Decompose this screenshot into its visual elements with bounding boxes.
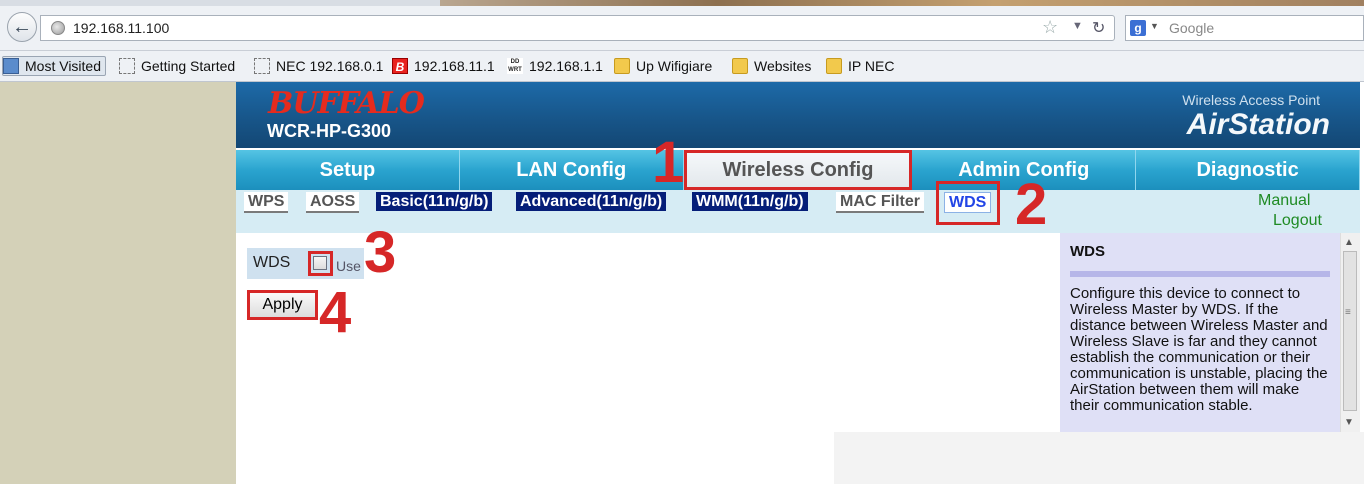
bookmark-label: 192.168.11.1 — [414, 58, 495, 74]
bookmark-label: 192.168.1.1 — [529, 58, 603, 74]
back-button[interactable]: ← — [7, 12, 37, 42]
wds-setting-row: WDS Use — [247, 248, 364, 279]
subtab-advanced[interactable]: Advanced(11n/g/b) — [516, 192, 667, 211]
bookmark-folder-websites[interactable]: Websites — [732, 56, 811, 76]
bookmarks-toolbar: Most Visited Getting Started NEC 192.168… — [0, 51, 1364, 82]
bookmark-label: IP NEC — [848, 58, 895, 74]
address-bar[interactable]: 192.168.11.100 ☆ ▼ ↻ — [40, 15, 1115, 41]
folder-icon — [826, 58, 842, 74]
blank-area — [834, 432, 1364, 484]
help-text: Configure this device to connect to Wire… — [1070, 285, 1328, 414]
bookmark-folder-ip-nec[interactable]: IP NEC — [826, 56, 894, 76]
product-subtitle: Wireless Access Point — [1182, 92, 1320, 108]
subtab-basic[interactable]: Basic(11n/g/b) — [376, 192, 493, 211]
left-margin — [0, 82, 236, 484]
tab-setup[interactable]: Setup — [236, 150, 460, 190]
wireless-subnav: WPS AOSS Basic(11n/g/b) Advanced(11n/g/b… — [236, 181, 1360, 233]
ddwrt-icon: DD WRT — [507, 58, 523, 74]
page-icon — [119, 58, 135, 74]
bookmark-folder-up-wifigiare[interactable]: Up Wifigiare — [614, 56, 712, 76]
step-number-1: 1 — [652, 130, 685, 195]
globe-icon — [51, 21, 65, 35]
bookmark-label: Websites — [754, 58, 812, 74]
scroll-thumb[interactable] — [1343, 251, 1357, 411]
step-number-2: 2 — [1015, 172, 1048, 237]
logout-link[interactable]: Logout — [1273, 212, 1322, 230]
search-input[interactable]: Google — [1169, 20, 1214, 36]
buffalo-b-icon: B — [392, 58, 408, 74]
main-tabs: Setup LAN Config Wireless Config Admin C… — [236, 150, 1360, 190]
help-scrollbar[interactable]: ▲ ≡ ▼ — [1340, 233, 1360, 432]
help-divider — [1070, 271, 1330, 277]
use-label: Use — [336, 258, 361, 274]
navigation-toolbar: ← 192.168.11.100 ☆ ▼ ↻ g ▼ Google — [0, 6, 1364, 51]
url-text[interactable]: 192.168.11.100 — [73, 20, 169, 36]
wds-label: WDS — [253, 254, 291, 271]
history-dropdown-icon[interactable]: ▼ — [1072, 20, 1083, 32]
bookmark-star-icon[interactable]: ☆ — [1042, 17, 1058, 38]
page-icon — [254, 58, 270, 74]
bookmark-getting-started[interactable]: Getting Started — [119, 56, 235, 76]
subtab-aoss[interactable]: AOSS — [306, 192, 360, 213]
search-bar[interactable]: g ▼ Google — [1125, 15, 1364, 41]
folder-icon — [732, 58, 748, 74]
bookmark-buffalo[interactable]: B 192.168.11.1 — [392, 56, 495, 76]
tab-wireless-config[interactable]: Wireless Config — [683, 150, 913, 190]
subtab-wps[interactable]: WPS — [244, 192, 289, 213]
checkbox-highlight-box — [308, 251, 333, 276]
apply-button[interactable]: Apply — [247, 290, 318, 320]
most-visited-icon — [3, 58, 19, 74]
scroll-up-icon[interactable]: ▲ — [1344, 237, 1354, 248]
manual-link[interactable]: Manual — [1258, 192, 1310, 210]
help-title: WDS — [1070, 243, 1105, 260]
step-number-3: 3 — [364, 220, 397, 285]
bookmark-label: Most Visited — [25, 58, 101, 74]
router-header: BUFFALO WCR-HP-G300 Wireless Access Poin… — [236, 82, 1360, 148]
reload-icon[interactable]: ↻ — [1092, 18, 1105, 38]
search-engine-dropdown-icon[interactable]: ▼ — [1150, 21, 1159, 31]
google-icon[interactable]: g — [1130, 20, 1146, 36]
buffalo-logo: BUFFALO — [268, 86, 425, 121]
back-arrow-icon: ← — [12, 15, 32, 38]
scroll-down-icon[interactable]: ▼ — [1344, 417, 1354, 428]
tab-diagnostic[interactable]: Diagnostic — [1136, 150, 1360, 190]
bookmark-most-visited[interactable]: Most Visited — [2, 56, 106, 76]
subtab-mac-filter[interactable]: MAC Filter — [836, 192, 924, 213]
bookmark-nec[interactable]: NEC 192.168.0.1 — [254, 56, 383, 76]
step-number-4: 4 — [319, 280, 352, 345]
tab-lan-config[interactable]: LAN Config — [459, 150, 684, 190]
folder-icon — [614, 58, 630, 74]
subtab-wmm[interactable]: WMM(11n/g/b) — [692, 192, 808, 211]
bookmark-label: Up Wifigiare — [636, 58, 713, 74]
bookmark-ddwrt[interactable]: DD WRT 192.168.1.1 — [507, 56, 603, 76]
help-panel: WDS Configure this device to connect to … — [1060, 233, 1340, 432]
bookmark-label: NEC 192.168.0.1 — [276, 58, 384, 74]
model-name: WCR-HP-G300 — [267, 121, 392, 141]
wds-highlight-box — [936, 181, 1000, 225]
bookmark-label: Getting Started — [141, 58, 236, 74]
product-logo: AirStation — [1186, 108, 1330, 141]
scroll-grip-icon: ≡ — [1345, 307, 1351, 318]
